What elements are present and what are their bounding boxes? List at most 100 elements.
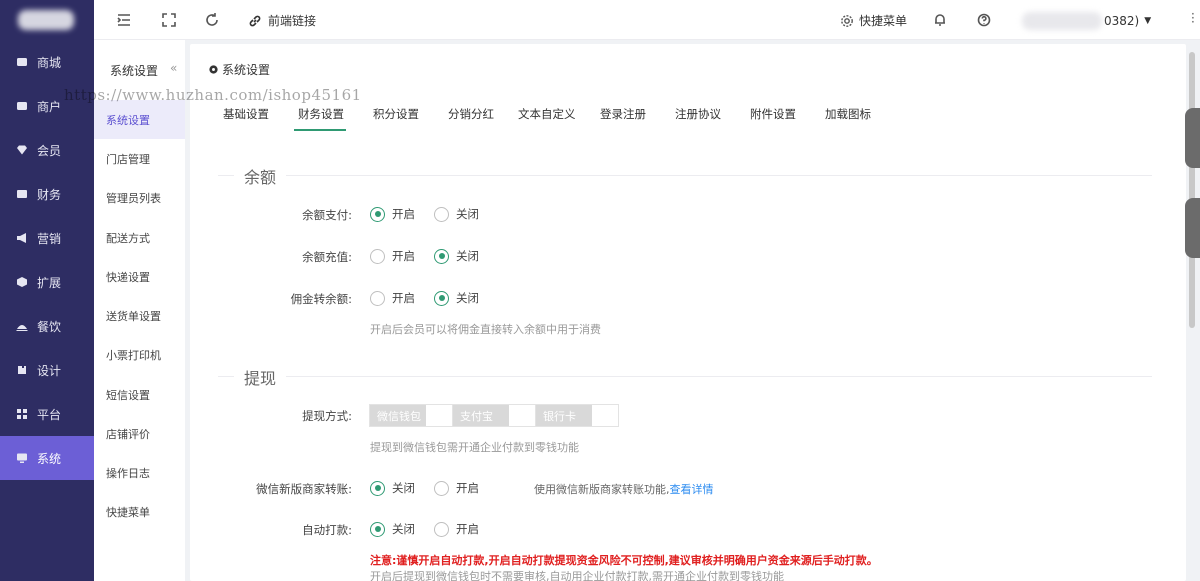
quick-menu-button[interactable]: 快捷菜单 [840,12,907,29]
user-menu[interactable]: 0382) ▼ [1022,12,1151,30]
auto-pay-close-radio[interactable]: 关闭 [370,521,415,537]
user-name: 0382) [1104,14,1140,28]
active-tab-indicator [294,129,346,131]
sidebar-item-label: 设计 [37,363,62,378]
fullscreen-icon[interactable] [161,12,177,28]
sidebar-item-label: 财务 [37,187,62,202]
top-header: 前端链接 快捷菜单 0382) ▼ [94,0,1200,40]
link-icon [249,15,261,26]
tab-distribution[interactable]: 分销分红 [448,106,494,122]
commission-close-radio[interactable]: 关闭 [434,290,479,306]
sidebar-item-design[interactable]: 设计 [0,348,94,392]
quick-menu-label: 快捷菜单 [859,14,908,28]
submenu-item-reviews[interactable]: 店铺评价 [94,414,185,453]
sidebar-item-label: 营销 [37,231,62,246]
tab-attachments[interactable]: 附件设置 [750,106,796,122]
design-icon [18,366,26,374]
withdraw-method-label: 提现方式: [302,409,352,423]
sidebar-item-platform[interactable]: 平台 [0,392,94,436]
tab-loading-icon[interactable]: 加载图标 [825,106,871,122]
tab-text-custom[interactable]: 文本自定义 [518,106,576,122]
gear-icon [841,14,853,27]
sidebar-item-finance[interactable]: 财务 [0,172,94,216]
section-divider [218,175,1152,176]
tab-finance[interactable]: 财务设置 [298,106,344,122]
grid-icon [17,409,27,419]
sidebar-item-member[interactable]: 会员 [0,128,94,172]
auto-pay-warning: 注意:谨慎开启自动打款,开启自动打款提现资金风险不可控制,建议审核并明确用户资金… [370,554,878,567]
finance-icon [17,190,27,198]
commission-transfer-label: 佣金转余额: [290,292,352,306]
balance-pay-close-radio[interactable]: 关闭 [434,206,479,222]
sidebar-item-label: 商户 [37,99,62,114]
sidebar-item-label: 扩展 [37,275,62,290]
withdraw-method-bank-checkbox[interactable]: 银行卡 [535,404,619,427]
checkbox-label: 支付宝 [453,405,509,426]
sidebar-item-shop[interactable]: 商城 [0,40,94,84]
auto-pay-open-radio[interactable]: 开启 [434,521,479,537]
merchant-icon [17,102,27,110]
shop-icon [17,58,27,66]
floating-side-tab[interactable] [1185,108,1200,168]
sub-menu: 系统设置 « 系统设置 门店管理 管理员列表 配送方式 快递设置 送货单设置 小… [94,40,185,581]
balance-recharge-close-radio[interactable]: 关闭 [434,248,479,264]
wechat-transfer-close-radio[interactable]: 关闭 [370,480,415,496]
section-divider [218,376,1152,377]
chevron-down-icon: ▼ [1144,16,1152,26]
extension-icon [17,277,27,287]
withdraw-method-alipay-checkbox[interactable]: 支付宝 [452,404,536,427]
sidebar-item-system[interactable]: 系统 [0,436,94,480]
wechat-transfer-hint-text: 使用微信新版商家转账功能, [534,483,670,496]
sidebar-item-marketing[interactable]: 营销 [0,216,94,260]
withdraw-method-hint: 提现到微信钱包需开通企业付款到零钱功能 [370,441,579,454]
more-icon[interactable]: · · · [1191,8,1195,28]
submenu-item-quick-menu[interactable]: 快捷菜单 [94,492,185,531]
sidebar-item-label: 商城 [37,55,62,70]
wechat-transfer-open-radio[interactable]: 开启 [434,480,479,496]
frontend-link-label: 前端链接 [268,14,317,28]
auto-pay-label: 自动打款: [302,523,352,537]
watermark: https://www.huzhan.com/ishop45161 [64,86,362,104]
sidebar-item-extension[interactable]: 扩展 [0,260,94,304]
submenu-item-system-settings[interactable]: 系统设置 [94,100,185,139]
withdraw-method-wechat-checkbox[interactable]: 微信钱包 [369,404,453,427]
submenu-item-sms[interactable]: 短信设置 [94,375,185,414]
submenu-title: 系统设置 [110,64,159,78]
submenu-item-logs[interactable]: 操作日志 [94,453,185,492]
tab-points[interactable]: 积分设置 [373,106,419,122]
commission-open-radio[interactable]: 开启 [370,290,415,306]
tab-login-register[interactable]: 登录注册 [600,106,646,122]
floating-side-tab[interactable] [1185,198,1200,258]
scrollbar[interactable] [1189,52,1195,328]
balance-recharge-open-radio[interactable]: 开启 [370,248,415,264]
refresh-icon[interactable] [204,12,220,28]
menu-fold-icon[interactable] [116,12,132,28]
balance-pay-open-radio[interactable]: 开启 [370,206,415,222]
submenu-item-delivery[interactable]: 配送方式 [94,218,185,257]
submenu-item-printer[interactable]: 小票打印机 [94,335,185,374]
submenu-item-stores[interactable]: 门店管理 [94,139,185,178]
commission-hint: 开启后会员可以将佣金直接转入余额中用于消费 [370,323,601,336]
wechat-transfer-hint: 使用微信新版商家转账功能,查看详情 [534,481,714,497]
collapse-icon[interactable]: « [170,61,177,75]
sidebar-item-dining[interactable]: 餐饮 [0,304,94,348]
checkbox-label: 银行卡 [536,405,592,426]
checkbox-label: 微信钱包 [370,405,426,426]
view-details-link[interactable]: 查看详情 [670,483,714,496]
help-icon[interactable] [977,13,991,27]
dining-icon [16,325,28,331]
avatar [1022,12,1102,30]
balance-recharge-label: 余额充值: [302,250,352,264]
submenu-item-admins[interactable]: 管理员列表 [94,178,185,217]
bell-icon[interactable] [933,13,947,27]
tab-register-agreement[interactable]: 注册协议 [675,106,721,122]
brand-logo [0,0,94,40]
submenu-item-express[interactable]: 快递设置 [94,257,185,296]
submenu-item-delivery-note[interactable]: 送货单设置 [94,296,185,335]
wechat-transfer-label: 微信新版商家转账: [256,482,352,496]
sidebar-item-label: 系统 [37,451,62,466]
sidebar-item-label: 餐饮 [37,319,62,334]
gear-icon [209,65,218,74]
tab-basic[interactable]: 基础设置 [223,106,269,122]
frontend-link-button[interactable]: 前端链接 [248,12,316,29]
